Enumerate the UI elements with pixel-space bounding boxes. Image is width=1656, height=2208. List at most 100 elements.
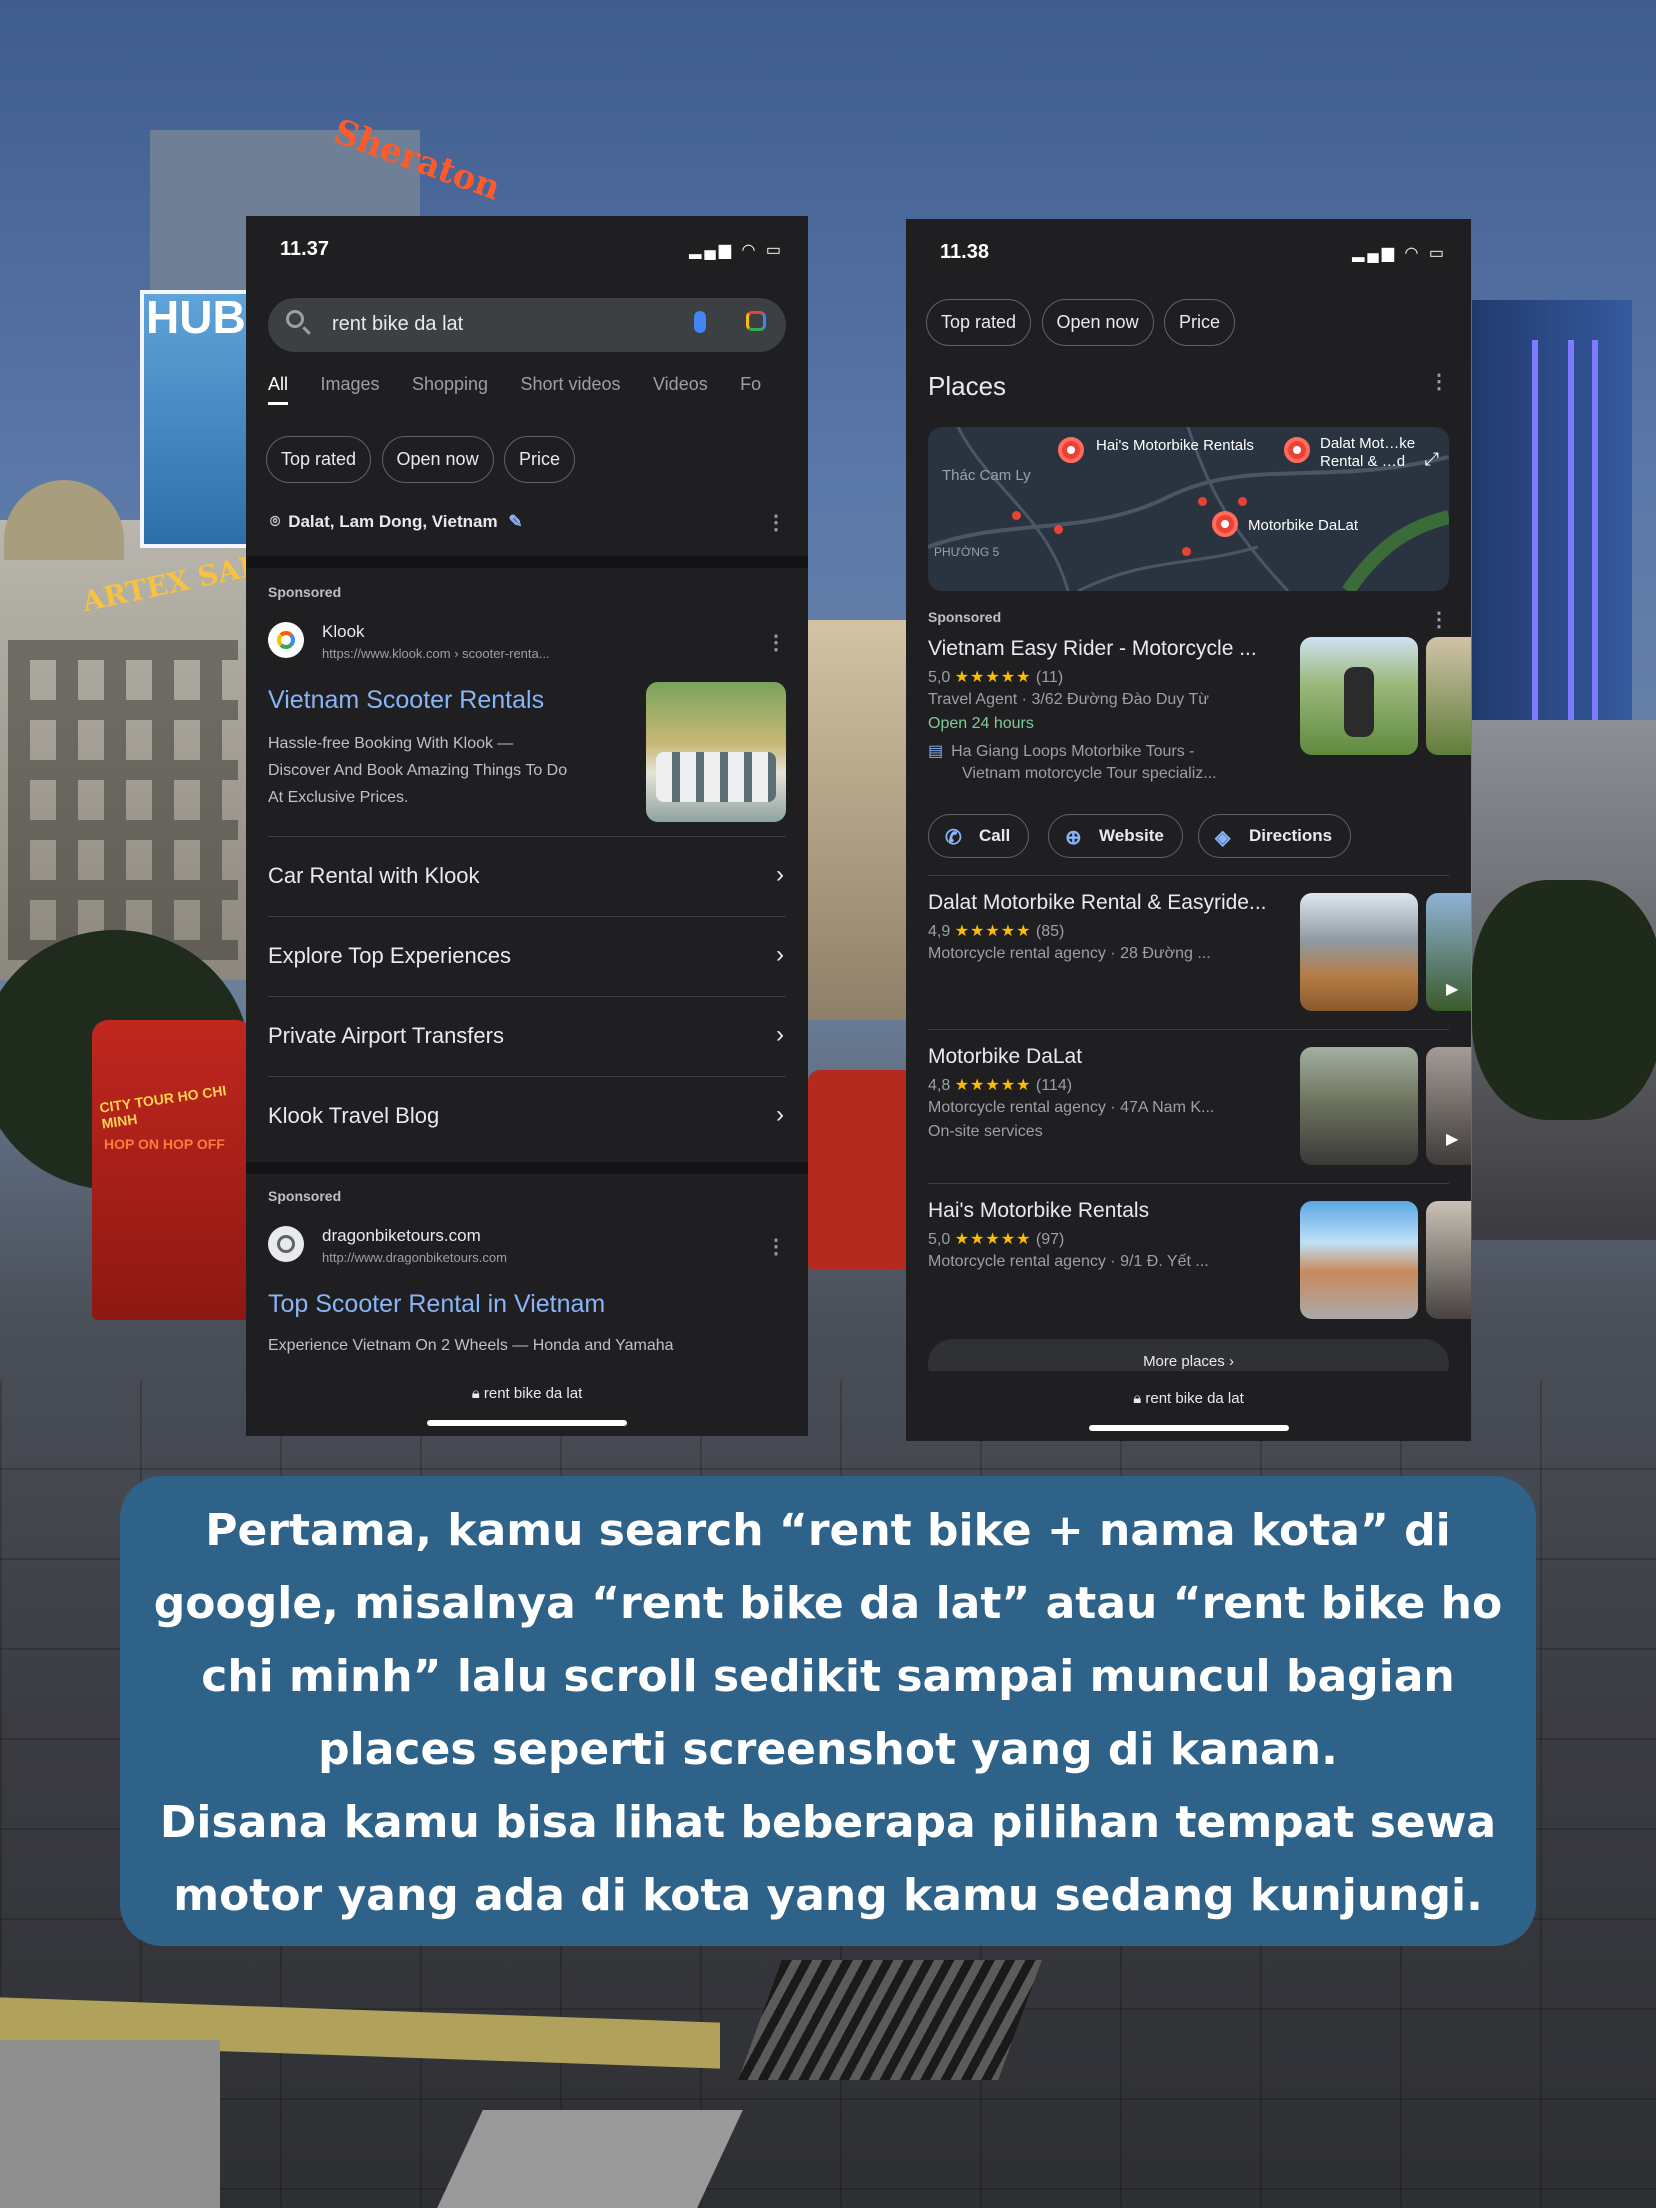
- map-dot[interactable]: [1198, 497, 1207, 506]
- map-dot[interactable]: [1182, 547, 1191, 556]
- edit-pencil-icon[interactable]: ✎: [508, 512, 522, 531]
- ad-description: Hassle-free Booking With Klook — Discove…: [268, 730, 638, 811]
- place-video-thumb[interactable]: ▶: [1426, 893, 1471, 1011]
- place-name[interactable]: Hai's Motorbike Rentals: [928, 1199, 1149, 1223]
- url-bar-text: rent bike da lat: [483, 1385, 583, 1402]
- ad-site-name[interactable]: Klook: [322, 622, 365, 642]
- map-label-dalat: Dalat Mot…ke Rental & …d: [1320, 435, 1416, 470]
- place-photo[interactable]: [1300, 893, 1418, 1011]
- tab-short-videos[interactable]: Short videos: [520, 374, 620, 395]
- tab-shopping[interactable]: Shopping: [412, 374, 488, 395]
- map-dot[interactable]: [1012, 511, 1021, 520]
- google-lens-icon[interactable]: [746, 311, 766, 331]
- place-photo-2[interactable]: [1426, 637, 1471, 755]
- section-divider: [246, 1162, 808, 1174]
- map-pin-dalat[interactable]: [1284, 437, 1310, 463]
- chip-open-now[interactable]: Open now: [381, 436, 494, 483]
- place-services: On-site services: [928, 1123, 1043, 1140]
- map-pin-motorbike-dalat[interactable]: [1212, 511, 1238, 537]
- place-name[interactable]: Motorbike DaLat: [928, 1045, 1082, 1069]
- tab-forums[interactable]: Fo: [740, 374, 761, 395]
- section-divider: [246, 556, 808, 568]
- chip-price[interactable]: Price: [504, 436, 576, 483]
- rating-value: 5,0: [928, 1231, 951, 1248]
- website-label: Website: [1099, 826, 1164, 845]
- review-count: (11): [1035, 669, 1064, 686]
- directions-button[interactable]: ◈ Directions: [1198, 814, 1352, 858]
- chip-price[interactable]: Price: [1164, 299, 1236, 346]
- ad-site-url[interactable]: http://www.dragonbiketours.com: [322, 1250, 507, 1265]
- rating-value: 4,8: [928, 1077, 951, 1094]
- place-name[interactable]: Vietnam Easy Rider - Motorcycle ...: [928, 637, 1257, 661]
- location-row[interactable]: ⌾ Dalat, Lam Dong, Vietnam ✎: [270, 512, 523, 532]
- ad-desc-line: Hassle-free Booking With Klook —: [268, 735, 514, 752]
- map-dot[interactable]: [1238, 497, 1247, 506]
- ad-desc-line: At Exclusive Prices.: [268, 789, 409, 806]
- call-button[interactable]: ✆ Call: [928, 814, 1030, 858]
- place-video-thumb[interactable]: ▶: [1426, 1047, 1471, 1165]
- tab-images[interactable]: Images: [320, 374, 379, 395]
- place-photo[interactable]: [1300, 1201, 1418, 1319]
- map-dot[interactable]: [1054, 525, 1063, 534]
- sponsored-label: Sponsored: [928, 609, 1002, 625]
- sitelink-label: Private Airport Transfers: [268, 1023, 504, 1048]
- place-name[interactable]: Dalat Motorbike Rental & Easyride...: [928, 891, 1266, 915]
- ad-title-link[interactable]: Top Scooter Rental in Vietnam: [268, 1290, 605, 1319]
- call-label: Call: [979, 826, 1011, 845]
- place-rating-row: 4,8 ★★★★★ (114): [928, 1075, 1072, 1095]
- sitelink-car-rental[interactable]: Car Rental with Klook ›: [268, 836, 786, 917]
- ad-menu-icon[interactable]: ⋮: [766, 1234, 786, 1259]
- place-photo[interactable]: [1300, 1047, 1418, 1165]
- stone-block: [0, 2040, 220, 2208]
- place-details: Travel Agent · 3/62 Đường Đào Duy Từ: [928, 691, 1209, 708]
- location-menu-icon[interactable]: ⋮: [766, 510, 786, 535]
- place-tour-info: ▤ Ha Giang Loops Motorbike Tours -: [928, 741, 1195, 761]
- url-bar[interactable]: 🔒︎ rent bike da lat: [906, 1390, 1471, 1407]
- place-photo-2[interactable]: [1426, 1201, 1471, 1319]
- sponsored-label: Sponsored: [268, 584, 342, 600]
- tab-all[interactable]: All: [268, 374, 289, 405]
- website-button[interactable]: ⊕ Website: [1048, 814, 1183, 858]
- sitelink-airport-transfers[interactable]: Private Airport Transfers ›: [268, 996, 786, 1077]
- sitelink-travel-blog[interactable]: Klook Travel Blog ›: [268, 1076, 786, 1157]
- chip-top-rated[interactable]: Top rated: [266, 436, 372, 483]
- chip-open-now[interactable]: Open now: [1041, 299, 1154, 346]
- place-details: Motorcycle rental agency · 47A Nam K...: [928, 1099, 1215, 1116]
- tab-videos[interactable]: Videos: [653, 374, 708, 395]
- phone-screenshot-places: 11.38 ▂▄▆ ◠ ▭ Top rated Open now Price P…: [906, 219, 1471, 1441]
- places-menu-icon[interactable]: ⋮: [1429, 369, 1449, 394]
- sitelink-explore-experiences[interactable]: Explore Top Experiences ›: [268, 916, 786, 997]
- lock-icon: 🔒︎: [1133, 1390, 1142, 1407]
- place-hours: Open 24 hours: [928, 715, 1034, 732]
- ad-site-url[interactable]: https://www.klook.com › scooter-renta...: [322, 646, 550, 661]
- home-indicator[interactable]: [427, 1420, 627, 1426]
- rating-stars: ★★★★★: [954, 669, 1032, 686]
- review-count: (97): [1035, 1231, 1065, 1248]
- home-indicator[interactable]: [1088, 1425, 1289, 1431]
- scooters-thumbnail[interactable]: [646, 682, 786, 822]
- search-query[interactable]: rent bike da lat: [332, 313, 463, 336]
- phone-screenshot-search-results: 11.37 ▂▄▆ ◠ ▭ rent bike da lat All Image…: [246, 216, 808, 1436]
- map-pin-hais[interactable]: [1058, 437, 1084, 463]
- rating-stars: ★★★★★: [954, 1231, 1032, 1248]
- rating-stars: ★★★★★: [954, 1077, 1032, 1094]
- directions-icon: ◈: [1215, 827, 1231, 849]
- sponsored-label: Sponsored: [268, 1188, 342, 1204]
- ad-title-link[interactable]: Vietnam Scooter Rentals: [268, 686, 544, 715]
- ad-menu-icon[interactable]: ⋮: [766, 630, 786, 655]
- place-photo[interactable]: [1300, 637, 1418, 755]
- search-bar[interactable]: rent bike da lat: [268, 298, 786, 352]
- place-details: Motorcycle rental agency · 28 Đường ...: [928, 945, 1211, 962]
- expand-map-icon[interactable]: ⤢: [1425, 449, 1439, 470]
- ad-site-name[interactable]: dragonbiketours.com: [322, 1226, 481, 1246]
- mic-icon[interactable]: [694, 311, 706, 333]
- sitelink-label: Car Rental with Klook: [268, 863, 480, 888]
- places-map[interactable]: Hai's Motorbike Rentals Dalat Mot…ke Ren…: [928, 427, 1449, 591]
- separator: [928, 875, 1449, 876]
- chevron-right-icon: ›: [1228, 1353, 1234, 1370]
- url-bar[interactable]: 🔒︎ rent bike da lat: [246, 1385, 808, 1402]
- chip-top-rated[interactable]: Top rated: [926, 299, 1032, 346]
- status-icons: ▂▄▆ ◠ ▭: [1352, 245, 1447, 262]
- sponsored-menu-icon[interactable]: ⋮: [1429, 607, 1449, 632]
- chevron-right-icon: ›: [776, 1021, 784, 1048]
